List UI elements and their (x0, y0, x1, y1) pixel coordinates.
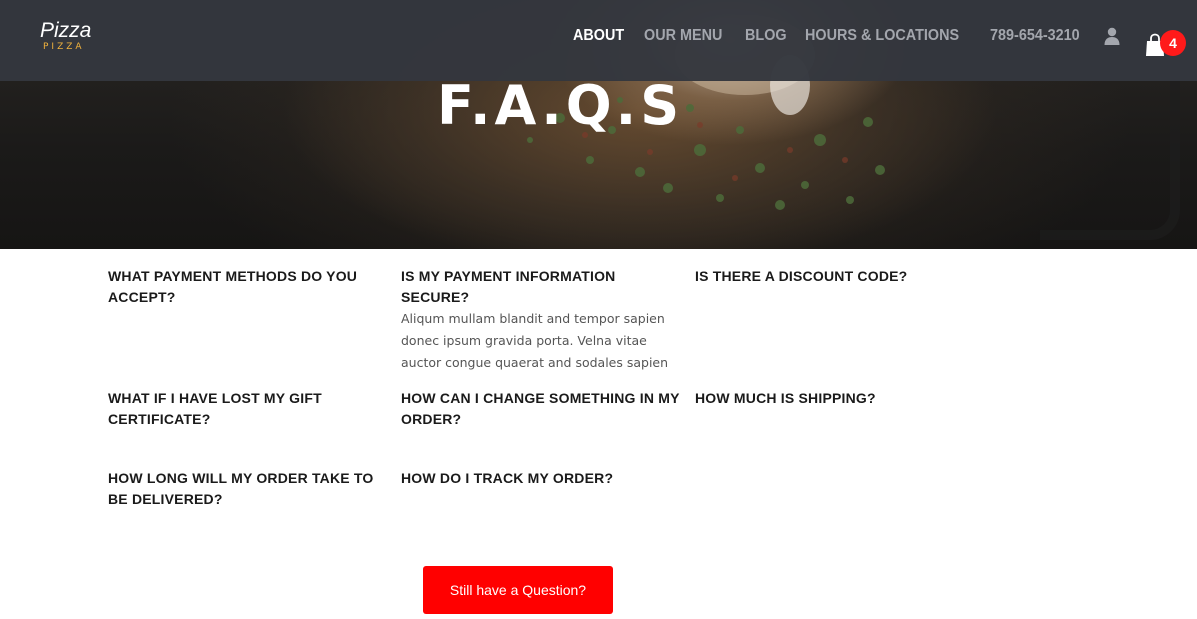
faq-item[interactable]: How can I change something in my order? (401, 388, 681, 430)
nav-link-blog[interactable]: BLOG (745, 27, 787, 45)
faq-answer: Aliqum mullam blandit and tempor sapien … (401, 311, 669, 370)
faq-question[interactable]: How can I change something in my order? (401, 388, 681, 430)
top-navigation-bar: Pizza PIZZA ABOUT OUR MENU BLOG HOURS & … (0, 0, 1197, 81)
faq-question[interactable]: How do I track my order? (401, 468, 681, 489)
main-nav: ABOUT OUR MENU BLOG HOURS & LOCATIONS 78… (573, 27, 1120, 45)
faq-item[interactable]: How much is shipping? (695, 388, 975, 409)
still-have-question-button[interactable]: Still have a Question? (423, 566, 613, 614)
faq-question[interactable]: What if I have lost my gift certificate? (108, 388, 388, 430)
faq-question[interactable]: How long will my order take to be delive… (108, 468, 388, 510)
user-icon[interactable] (1104, 27, 1120, 45)
phone-link[interactable]: 789-654-3210 (990, 27, 1080, 45)
faq-item[interactable]: Is there a discount code? (695, 266, 975, 287)
logo-subtext: PIZZA (43, 42, 85, 52)
faq-question[interactable]: Is there a discount code? (695, 266, 975, 287)
nav-link-about[interactable]: ABOUT (573, 27, 624, 45)
faq-question[interactable]: Is my payment information secure? (401, 266, 681, 308)
nav-link-hours-locations[interactable]: HOURS & LOCATIONS (805, 27, 959, 45)
faq-item[interactable]: Is my payment information secure? Aliqum… (401, 266, 681, 374)
nav-link-our-menu[interactable]: OUR MENU (644, 27, 722, 45)
faq-question[interactable]: What payment methods do you accept? (108, 266, 388, 308)
site-logo[interactable]: Pizza PIZZA (40, 19, 92, 53)
cart-count-badge: 4 (1160, 30, 1186, 56)
logo-text: Pizza (40, 19, 92, 42)
faq-item[interactable]: How long will my order take to be delive… (108, 468, 388, 510)
page-title: F.A.Q.S (437, 74, 684, 137)
pan-handle-decoration (1040, 60, 1180, 240)
faq-question[interactable]: How much is shipping? (695, 388, 975, 409)
faq-item[interactable]: What if I have lost my gift certificate? (108, 388, 388, 430)
faq-item[interactable]: What payment methods do you accept? (108, 266, 388, 308)
faq-item[interactable]: How do I track my order? (401, 468, 681, 489)
